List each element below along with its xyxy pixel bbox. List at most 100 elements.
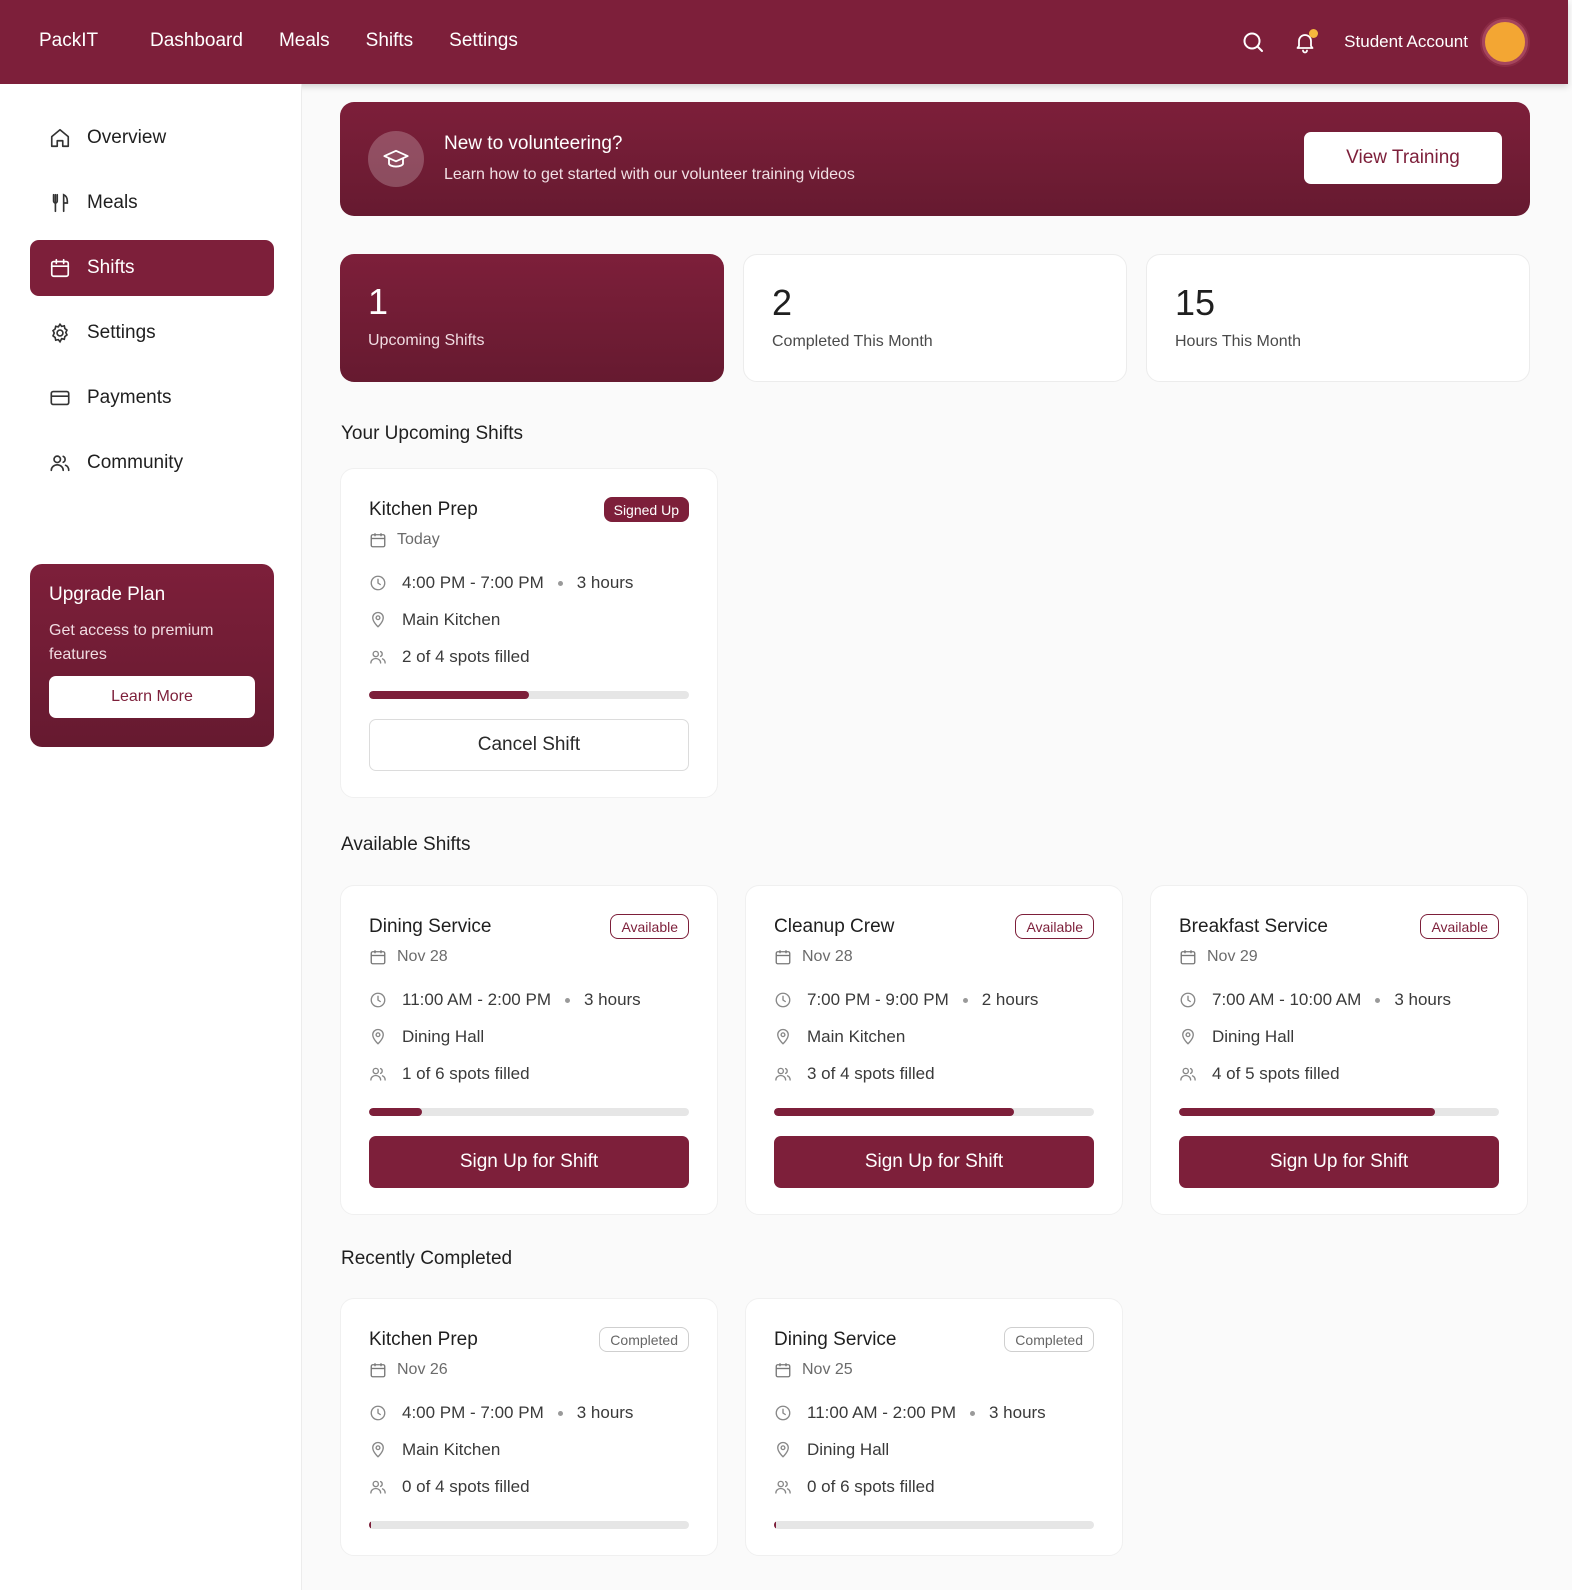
shift-title: Kitchen Prep: [369, 499, 478, 520]
learn-more-button[interactable]: Learn More: [49, 676, 255, 718]
sidebar-item-label: Shifts: [87, 257, 135, 278]
separator-dot: [557, 1410, 563, 1416]
topnav-dashboard[interactable]: Dashboard: [150, 30, 243, 52]
shift-title: Cleanup Crew: [774, 916, 895, 937]
shift-spots-text: 0 of 6 spots filled: [807, 1477, 935, 1496]
shift-time: 11:00 AM - 2:00 PM 3 hours: [774, 1403, 1046, 1423]
sidebar-item-label: Community: [87, 452, 184, 473]
utensils-icon: [52, 193, 69, 213]
top-navigation-bar: PackIT Dashboard Meals Shifts Settings S…: [0, 0, 1568, 84]
status-badge: Completed: [1004, 1327, 1094, 1352]
clock-icon: [1180, 992, 1196, 1008]
shift-time: 11:00 AM - 2:00 PM 3 hours: [369, 990, 641, 1010]
separator-dot: [564, 997, 570, 1003]
shift-location: Main Kitchen: [369, 1440, 500, 1460]
shift-duration: 3 hours: [988, 1403, 1046, 1422]
progress-fill: [369, 1108, 423, 1116]
stat-label: Hours This Month: [1175, 333, 1301, 350]
clock-icon: [775, 992, 791, 1008]
shift-location-text: Main Kitchen: [402, 610, 501, 629]
map-pin-icon: [777, 1028, 789, 1045]
stat-upcoming-shifts: 1 Upcoming Shifts: [340, 254, 724, 382]
sidebar-item-shifts[interactable]: Shifts: [30, 240, 274, 296]
upgrade-text: Get access to premium features: [49, 622, 214, 663]
shift-date-text: Today: [397, 531, 440, 548]
shift-card: Breakfast Service Available Nov 29 7:00 …: [1150, 885, 1528, 1215]
sidebar-item-settings[interactable]: Settings: [30, 305, 274, 361]
shift-date: Nov 25: [774, 1361, 853, 1379]
home-icon: [50, 128, 70, 148]
progress-fill: [369, 1521, 371, 1529]
shift-location: Main Kitchen: [774, 1027, 905, 1047]
shift-date-text: Nov 29: [1207, 948, 1258, 965]
shift-title: Dining Service: [369, 916, 492, 937]
shift-duration: 3 hours: [583, 990, 641, 1009]
sign-up-button[interactable]: Sign Up for Shift: [774, 1136, 1094, 1188]
banner-subtitle: Learn how to get started with our volunt…: [444, 166, 855, 183]
progress-fill: [774, 1521, 776, 1529]
calendar-icon: [370, 950, 386, 965]
shift-spots-text: 4 of 5 spots filled: [1212, 1064, 1340, 1083]
shift-title: Kitchen Prep: [369, 1329, 478, 1350]
status-badge: Available: [1420, 914, 1499, 939]
map-pin-icon: [777, 1441, 789, 1458]
avatar[interactable]: [1482, 19, 1528, 65]
status-badge: Available: [610, 914, 689, 939]
shift-time: 7:00 AM - 10:00 AM 3 hours: [1179, 990, 1451, 1010]
separator-dot: [557, 580, 563, 586]
sidebar-item-label: Overview: [87, 127, 167, 148]
shift-time-text: 11:00 AM - 2:00 PM: [807, 1403, 956, 1422]
cancel-shift-button[interactable]: Cancel Shift: [369, 719, 689, 771]
stat-value: 15: [1175, 282, 1216, 323]
shift-title: Breakfast Service: [1179, 916, 1328, 937]
shift-date-text: Nov 28: [397, 948, 448, 965]
view-training-button[interactable]: View Training: [1304, 132, 1502, 184]
topnav-settings[interactable]: Settings: [449, 30, 518, 52]
spots-progress-bar: [369, 1108, 689, 1116]
sidebar-item-community[interactable]: Community: [30, 435, 274, 491]
shift-date-text: Nov 26: [397, 1361, 448, 1378]
bell-icon[interactable]: [1292, 29, 1319, 55]
brand-logo[interactable]: PackIT: [39, 30, 98, 52]
spots-progress-bar: [369, 691, 689, 699]
shift-spots: 1 of 6 spots filled: [369, 1064, 530, 1084]
shift-card: Kitchen Prep Completed Nov 26 4:00 PM - …: [340, 1298, 718, 1556]
sidebar-item-overview[interactable]: Overview: [30, 110, 274, 166]
topnav-shifts[interactable]: Shifts: [366, 30, 414, 52]
shift-spots-text: 1 of 6 spots filled: [402, 1064, 530, 1083]
topnav-meals[interactable]: Meals: [279, 30, 330, 52]
shift-title: Dining Service: [774, 1329, 897, 1350]
sidebar: Overview Meals Shifts Settings Payments …: [0, 84, 302, 1590]
shift-card: Dining Service Available Nov 28 11:00 AM…: [340, 885, 718, 1215]
spots-progress-bar: [369, 1521, 689, 1529]
clock-icon: [370, 1405, 386, 1421]
search-icon[interactable]: [1240, 29, 1266, 55]
clock-icon: [370, 575, 386, 591]
clock-icon: [370, 992, 386, 1008]
shift-date-text: Nov 25: [802, 1361, 853, 1378]
shift-duration: 3 hours: [576, 573, 634, 592]
sign-up-button[interactable]: Sign Up for Shift: [369, 1136, 689, 1188]
shift-time: 4:00 PM - 7:00 PM 3 hours: [369, 1403, 633, 1423]
stat-label: Upcoming Shifts: [368, 332, 485, 349]
sign-up-button[interactable]: Sign Up for Shift: [1179, 1136, 1499, 1188]
account-name[interactable]: Student Account: [1344, 32, 1468, 52]
users-icon: [370, 650, 386, 664]
calendar-icon: [370, 533, 386, 548]
sidebar-item-meals[interactable]: Meals: [30, 175, 274, 231]
shift-duration: 2 hours: [981, 990, 1039, 1009]
users-icon: [1180, 1067, 1196, 1081]
shift-date: Nov 28: [369, 948, 448, 966]
shift-location: Dining Hall: [1179, 1027, 1294, 1047]
stat-value: 2: [772, 282, 793, 323]
shift-time-text: 4:00 PM - 7:00 PM: [402, 1403, 544, 1422]
sidebar-item-payments[interactable]: Payments: [30, 370, 274, 426]
shift-time-text: 4:00 PM - 7:00 PM: [402, 573, 544, 592]
section-title-upcoming: Your Upcoming Shifts: [341, 423, 524, 444]
shift-time: 4:00 PM - 7:00 PM 3 hours: [369, 573, 633, 593]
shift-location-text: Dining Hall: [402, 1027, 485, 1046]
spots-progress-bar: [1179, 1108, 1499, 1116]
gear-icon: [51, 322, 69, 344]
shift-duration: 3 hours: [1394, 990, 1452, 1009]
shift-location: Dining Hall: [369, 1027, 484, 1047]
